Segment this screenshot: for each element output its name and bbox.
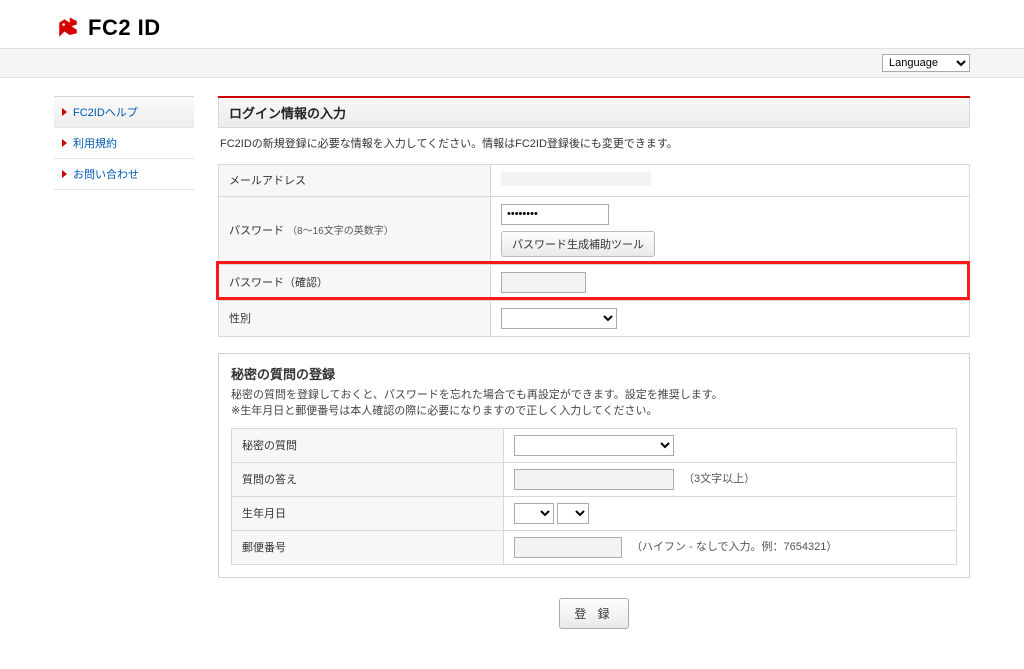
password-input[interactable] (501, 204, 609, 225)
password-label: パスワード （8〜16文字の英数字） (219, 196, 491, 264)
login-info-section: ログイン情報の入力 FC2IDの新規登録に必要な情報を入力してください。情報はF… (218, 96, 970, 337)
sidebar-item-label: お問い合わせ (73, 166, 139, 182)
birth-year-select[interactable] (514, 503, 554, 524)
sidebar-item-help[interactable]: FC2IDヘルプ (54, 96, 194, 127)
sidebar: FC2IDヘルプ 利用規約 お問い合わせ (54, 96, 194, 649)
email-label: メールアドレス (219, 164, 491, 196)
postal-label: 郵便番号 (232, 530, 504, 564)
sidebar-item-terms[interactable]: 利用規約 (54, 127, 194, 158)
brand-name: FC2 ID (88, 15, 161, 41)
answer-hint: （3文字以上） (683, 473, 755, 485)
postal-hint: （ハイフン - なしで入力。例：7654321） (631, 541, 837, 553)
secret-section-desc: 秘密の質問を登録しておくと、パスワードを忘れた場合でも再設定ができます。設定を推… (231, 387, 957, 420)
secret-question-row: 秘密の質問 (232, 428, 957, 462)
birth-row: 生年月日 (232, 496, 957, 530)
secret-question-label: 秘密の質問 (232, 428, 504, 462)
sidebar-item-label: 利用規約 (73, 135, 117, 151)
main-content: ログイン情報の入力 FC2IDの新規登録に必要な情報を入力してください。情報はF… (218, 96, 970, 649)
gender-row: 性別 (219, 300, 970, 336)
answer-label: 質問の答え (232, 462, 504, 496)
logo: FC2 ID (54, 14, 1024, 42)
language-bar: Language (0, 48, 1024, 78)
arrow-right-icon (62, 139, 67, 147)
password-row: パスワード （8〜16文字の英数字） パスワード生成補助ツール (219, 196, 970, 264)
gender-label: 性別 (219, 300, 491, 336)
secret-question-select[interactable] (514, 435, 674, 456)
sidebar-item-label: FC2IDヘルプ (73, 104, 138, 120)
answer-row: 質問の答え （3文字以上） (232, 462, 957, 496)
secret-section-title: 秘密の質問の登録 (231, 364, 957, 383)
gender-select[interactable] (501, 308, 617, 329)
register-button[interactable]: 登 録 (559, 598, 628, 629)
birth-label: 生年月日 (232, 496, 504, 530)
password-confirm-input[interactable] (501, 272, 586, 293)
secret-question-section: 秘密の質問の登録 秘密の質問を登録しておくと、パスワードを忘れた場合でも再設定が… (218, 353, 970, 578)
login-form-table: メールアドレス パスワード （8〜16文字の英数字） パスワード生成補助ツール … (218, 164, 970, 337)
fc2-logo-icon (54, 14, 82, 42)
email-row: メールアドレス (219, 164, 970, 196)
email-value (501, 172, 651, 186)
header: FC2 ID (0, 0, 1024, 48)
section-header: ログイン情報の入力 (218, 98, 970, 128)
postal-row: 郵便番号 （ハイフン - なしで入力。例：7654321） (232, 530, 957, 564)
register-wrap: 登 録 (218, 578, 970, 649)
language-select[interactable]: Language (882, 54, 970, 72)
postal-input[interactable] (514, 537, 622, 558)
password-confirm-row: パスワード（確認） (219, 264, 970, 300)
birth-month-select[interactable] (557, 503, 589, 524)
password-generator-button[interactable]: パスワード生成補助ツール (501, 231, 655, 257)
password-confirm-label: パスワード（確認） (219, 264, 491, 300)
arrow-right-icon (62, 108, 67, 116)
answer-input[interactable] (514, 469, 674, 490)
arrow-right-icon (62, 170, 67, 178)
section-description: FC2IDの新規登録に必要な情報を入力してください。情報はFC2ID登録後にも変… (218, 128, 970, 164)
sidebar-item-contact[interactable]: お問い合わせ (54, 158, 194, 190)
secret-form-table: 秘密の質問 質問の答え （3文字以上） 生年月日 (231, 428, 957, 565)
